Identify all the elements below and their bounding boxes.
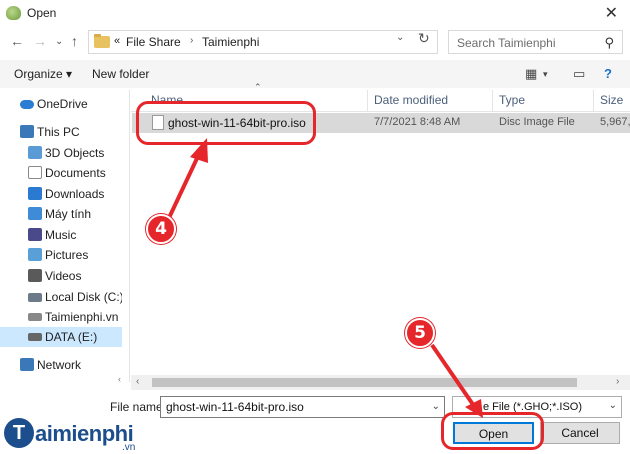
step-5-badge: 5: [405, 318, 435, 348]
logo-mark: T: [4, 418, 34, 448]
forward-arrow-icon[interactable]: →: [33, 33, 47, 49]
column-divider[interactable]: [367, 90, 368, 112]
this-pc-icon: [20, 125, 34, 138]
network-icon: [20, 358, 34, 371]
sidebar-item-music[interactable]: Music: [0, 225, 122, 245]
command-toolbar: Organize ▾ New folder ▦ ▾ ▭ ?: [0, 60, 630, 88]
sidebar-item-label: Local Disk (C:): [45, 290, 122, 304]
local-disk-icon: [28, 293, 42, 302]
help-icon[interactable]: ?: [604, 66, 612, 81]
recent-chevron-icon[interactable]: ⌄: [55, 36, 63, 47]
videos-icon: [28, 269, 42, 282]
breadcrumb-file-share[interactable]: File Share: [126, 35, 181, 49]
file-highlight-box: [136, 101, 316, 145]
onedrive-icon: [20, 100, 34, 109]
desktop-icon: [28, 207, 42, 220]
music-icon: [28, 228, 42, 241]
drive-e-icon: [28, 333, 42, 341]
step-4-badge: 4: [146, 214, 176, 244]
file-name-label: File name:: [110, 400, 167, 414]
taimienphi-logo: T aimienphi .vn: [4, 418, 154, 454]
sidebar-item-this-pc[interactable]: This PC: [0, 122, 122, 142]
window-title: Open: [27, 6, 57, 20]
view-dropdown-icon[interactable]: ▾: [543, 69, 548, 80]
sidebar-item-drive-e[interactable]: DATA (E:): [0, 327, 122, 347]
sidebar-item-videos[interactable]: Videos: [0, 266, 122, 286]
sidebar-item-label: Documents: [45, 166, 106, 180]
column-divider[interactable]: [492, 90, 493, 112]
navigation-bar: ← → ⌄ ↑ « File Share › Taimienphi ⌄ ↻ Se…: [0, 28, 630, 56]
sidebar-item-downloads[interactable]: Downloads: [0, 184, 122, 204]
sidebar-item-label: Music: [45, 228, 77, 242]
refresh-icon[interactable]: ↻: [418, 30, 430, 47]
cancel-button[interactable]: Cancel: [540, 422, 620, 444]
sidebar-item-desktop[interactable]: Máy tính: [0, 204, 122, 224]
scroll-right-icon[interactable]: ›: [616, 376, 619, 387]
new-folder-button[interactable]: New folder: [92, 67, 149, 81]
file-type: Disc Image File: [499, 116, 575, 128]
logo-domain: .vn: [122, 442, 136, 453]
file-size: 5,967,: [600, 116, 630, 128]
arrow-step4-line: [166, 151, 202, 221]
breadcrumb-taimienphi[interactable]: Taimienphi: [202, 35, 259, 49]
breadcrumb-separator-icon[interactable]: ›: [190, 35, 193, 46]
sort-ascending-icon: ⌃: [254, 82, 262, 92]
breadcrumb-overflow[interactable]: «: [114, 35, 120, 47]
file-name-value: ghost-win-11-64bit-pro.iso: [166, 400, 304, 414]
address-dropdown-icon[interactable]: ⌄: [396, 32, 404, 43]
column-header-size[interactable]: Size: [600, 93, 623, 107]
open-button-highlight-box: [441, 412, 544, 450]
sidebar-item-label: Pictures: [45, 248, 89, 262]
back-arrow-icon[interactable]: ←: [10, 33, 24, 49]
sidebar-item-drive-d[interactable]: Taimienphi.vn (D: [0, 307, 122, 327]
app-icon: [6, 6, 21, 20]
column-header-type[interactable]: Type: [499, 93, 525, 107]
up-arrow-icon[interactable]: ↑: [71, 33, 78, 49]
organize-button[interactable]: Organize ▾: [14, 67, 72, 81]
column-header-date[interactable]: Date modified: [374, 93, 448, 107]
sidebar-item-3d-objects[interactable]: 3D Objects: [0, 143, 122, 163]
search-placeholder: Search Taimienphi: [457, 36, 556, 50]
horizontal-scrollbar[interactable]: ‹ ›: [131, 375, 630, 390]
file-date: 7/7/2021 8:48 AM: [374, 116, 461, 128]
view-options-icon[interactable]: ▦: [525, 66, 537, 82]
sidebar-item-local-disk-c[interactable]: Local Disk (C:): [0, 287, 122, 307]
close-icon[interactable]: ✕: [605, 3, 618, 23]
sidebar-item-label: Videos: [45, 269, 82, 283]
sidebar-item-network[interactable]: Network: [0, 355, 122, 375]
drive-d-icon: [28, 313, 42, 321]
documents-icon: [28, 166, 42, 179]
sidebar-item-label: DATA (E:): [45, 330, 98, 344]
navigation-pane: OneDrive This PC 3D Objects Documents Do…: [0, 90, 130, 382]
scrollbar-thumb[interactable]: [152, 378, 577, 387]
sidebar-item-label: Downloads: [45, 187, 105, 201]
title-bar: Open ✕: [0, 0, 630, 26]
sidebar-item-documents[interactable]: Documents: [0, 163, 122, 183]
file-name-dropdown-icon[interactable]: ⌄: [432, 401, 440, 412]
sidebar-scroll-left-icon[interactable]: ‹: [118, 374, 130, 386]
sidebar-item-label: OneDrive: [37, 97, 88, 111]
sidebar-item-label: Network: [37, 358, 82, 372]
sidebar-item-label: 3D Objects: [45, 146, 105, 160]
pictures-icon: [28, 248, 42, 261]
column-divider[interactable]: [593, 90, 594, 112]
preview-pane-icon[interactable]: ▭: [573, 66, 585, 82]
sidebar-item-label: This PC: [37, 125, 80, 139]
downloads-icon: [28, 187, 42, 200]
sidebar-item-label: Máy tính: [45, 207, 92, 221]
sidebar-item-pictures[interactable]: Pictures: [0, 245, 122, 265]
scroll-left-icon[interactable]: ‹: [136, 376, 139, 387]
address-bar[interactable]: « File Share › Taimienphi: [88, 30, 438, 54]
logo-text: aimienphi: [35, 421, 134, 446]
search-input[interactable]: Search Taimienphi ⚲: [448, 30, 623, 54]
file-type-dropdown-icon[interactable]: ⌄: [609, 400, 617, 411]
file-name-input[interactable]: ghost-win-11-64bit-pro.iso ⌄: [160, 396, 445, 418]
search-icon[interactable]: ⚲: [604, 35, 614, 51]
sidebar-item-onedrive[interactable]: OneDrive: [0, 94, 122, 114]
3d-objects-icon: [28, 146, 42, 159]
folder-icon: [94, 34, 110, 48]
sidebar-item-label: Taimienphi.vn (D: [45, 310, 122, 324]
